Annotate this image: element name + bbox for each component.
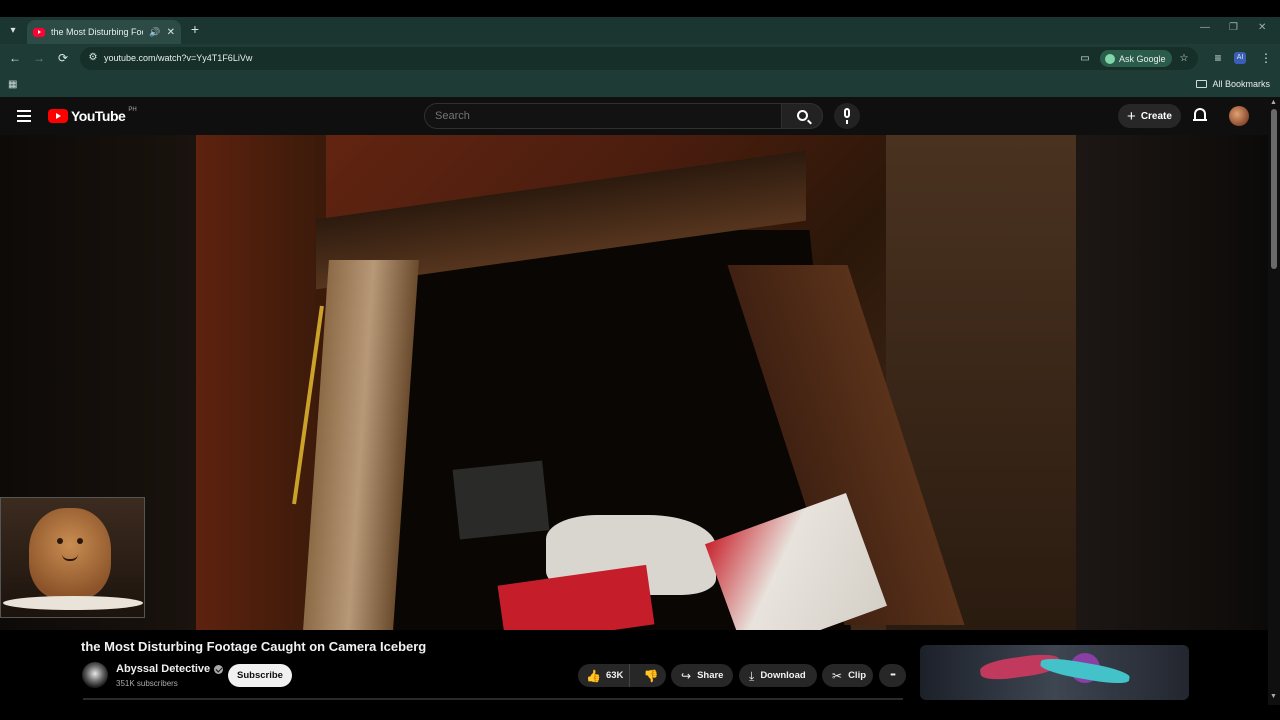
- divider: [83, 698, 903, 700]
- microphone-icon: [844, 108, 850, 118]
- search-icon: [797, 110, 808, 121]
- picture-in-picture-overlay[interactable]: [0, 497, 145, 618]
- navigation-bar: ← → ⟳ ⚙ youtube.com/watch?v=Yy4T1F6LiVw …: [0, 44, 1280, 73]
- hamburger-menu-icon[interactable]: [17, 110, 31, 122]
- country-code: PH: [128, 107, 137, 113]
- search-box[interactable]: [424, 103, 782, 129]
- download-icon: ⤓: [749, 668, 755, 683]
- voice-search-button[interactable]: [834, 103, 860, 129]
- create-button[interactable]: + Create: [1118, 104, 1181, 128]
- address-bar[interactable]: ⚙ youtube.com/watch?v=Yy4T1F6LiVw ▭ Ask …: [80, 47, 1198, 70]
- scroll-down-arrow-icon[interactable]: ▼: [1270, 693, 1277, 700]
- all-bookmarks-label: All Bookmarks: [1212, 79, 1270, 89]
- youtube-logo[interactable]: YouTube PH: [48, 107, 137, 124]
- thumbs-up-icon: 👍: [586, 668, 601, 683]
- clip-label: Clip: [848, 670, 867, 681]
- verified-check-icon: [214, 664, 224, 674]
- media-control-icon[interactable]: ≡: [1210, 50, 1226, 66]
- channel-name[interactable]: Abyssal Detective: [116, 663, 210, 675]
- scissors-icon: ✂: [832, 668, 843, 683]
- browser-tab-active[interactable]: the Most Disturbing Footage Caught on Ca…: [27, 20, 181, 44]
- video-frame[interactable]: [196, 135, 1076, 630]
- subscriber-count: 351K subscribers: [116, 679, 178, 688]
- like-count: 63K: [605, 670, 624, 681]
- browser-menu-icon[interactable]: ⋮: [1258, 50, 1274, 66]
- reload-icon[interactable]: ⟳: [55, 50, 71, 66]
- subscribe-button[interactable]: Subscribe: [228, 664, 292, 687]
- more-actions-button[interactable]: •••: [879, 664, 906, 687]
- cookie-character-image: [29, 508, 111, 600]
- ambient-glow-right: [1076, 135, 1268, 630]
- clip-button[interactable]: ✂ Clip: [822, 664, 873, 687]
- share-button[interactable]: ↪ Share: [671, 664, 733, 687]
- video-player[interactable]: [0, 135, 1268, 630]
- search-button[interactable]: [781, 103, 823, 129]
- extension-icon[interactable]: AI: [1234, 52, 1246, 64]
- ask-google-label: Ask Google: [1119, 53, 1166, 64]
- search-input[interactable]: [435, 110, 765, 122]
- url-text[interactable]: youtube.com/watch?v=Yy4T1F6LiVw: [104, 53, 252, 63]
- new-tab-button[interactable]: +: [188, 21, 202, 37]
- share-icon: ↪: [681, 668, 692, 683]
- tab-title: the Most Disturbing Footage Caught on Ca…: [51, 27, 143, 37]
- youtube-favicon-icon: [33, 27, 45, 37]
- scroll-up-arrow-icon[interactable]: ▲: [1270, 99, 1277, 106]
- tab-close-icon[interactable]: ✕: [167, 27, 175, 38]
- thumbs-down-icon: 👎: [643, 668, 659, 683]
- download-button[interactable]: ⤓ Download: [739, 664, 817, 687]
- page-scrollbar[interactable]: ▲ ▼: [1268, 97, 1280, 705]
- youtube-logo-text: YouTube: [71, 108, 126, 124]
- tab-strip: ▾ the Most Disturbing Footage Caught on …: [0, 17, 1280, 44]
- tab-audio-icon[interactable]: 🔊: [149, 27, 160, 38]
- channel-name-link[interactable]: Abyssal Detective: [116, 663, 224, 675]
- cast-icon[interactable]: ▭: [1078, 52, 1092, 66]
- ask-google-button[interactable]: Ask Google: [1100, 50, 1172, 67]
- back-icon[interactable]: ←: [7, 50, 23, 66]
- google-lens-icon: [1105, 53, 1115, 64]
- download-label: Download: [760, 670, 806, 681]
- window-top-edge: [0, 0, 1280, 17]
- plus-icon: +: [1127, 107, 1136, 125]
- tab-list-icon[interactable]: ▾: [5, 22, 21, 38]
- like-dislike-group: 👍 63K 👎: [578, 664, 666, 687]
- minimize-icon[interactable]: —: [1200, 22, 1210, 33]
- account-avatar[interactable]: [1229, 106, 1249, 126]
- apps-grid-icon[interactable]: ▦: [8, 79, 17, 90]
- restore-icon[interactable]: ❐: [1229, 22, 1238, 33]
- window-close-icon[interactable]: ✕: [1258, 22, 1266, 33]
- site-info-icon[interactable]: ⚙: [87, 52, 99, 64]
- youtube-play-icon: [48, 109, 68, 123]
- notifications-bell-icon[interactable]: [1193, 108, 1207, 123]
- like-button[interactable]: 👍 63K: [578, 664, 631, 687]
- browser-chrome: ▾ the Most Disturbing Footage Caught on …: [0, 17, 1280, 97]
- dislike-button[interactable]: 👎: [636, 664, 666, 687]
- video-title: the Most Disturbing Footage Caught on Ca…: [81, 639, 427, 654]
- window-bottom-edge: [0, 705, 1280, 720]
- bookmarks-bar: ▦ All Bookmarks: [0, 73, 1280, 97]
- recommended-video-thumbnail[interactable]: [920, 645, 1189, 700]
- forward-icon[interactable]: →: [31, 50, 47, 66]
- folder-icon: [1196, 80, 1208, 88]
- create-label: Create: [1140, 110, 1172, 122]
- scrollbar-thumb[interactable]: [1271, 109, 1277, 269]
- all-bookmarks-button[interactable]: All Bookmarks: [1196, 79, 1270, 89]
- more-horizontal-icon: •••: [890, 672, 895, 679]
- youtube-masthead: YouTube PH + Create: [0, 97, 1280, 135]
- channel-avatar[interactable]: [82, 662, 108, 688]
- bookmark-star-icon[interactable]: ☆: [1177, 52, 1191, 66]
- share-label: Share: [697, 670, 724, 681]
